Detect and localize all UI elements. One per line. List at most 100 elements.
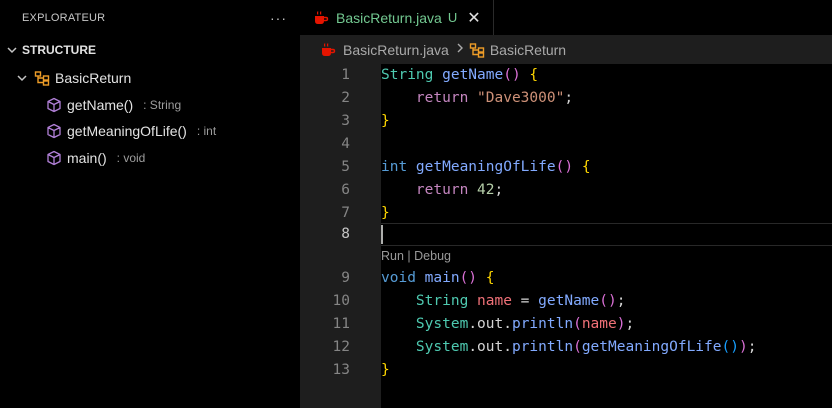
method-return-type: : String [143, 97, 182, 112]
code-line[interactable]: 13} [300, 359, 832, 382]
code-token: { [581, 159, 591, 175]
code-token: int [381, 159, 416, 175]
code-line[interactable]: 11 System.out.println(name); [300, 313, 832, 336]
tab-label: BasicReturn.java [336, 9, 442, 26]
code-line[interactable]: 6 return 42; [300, 179, 832, 202]
line-number: 13 [332, 362, 350, 378]
line-number: 8 [341, 226, 350, 242]
method-cube-icon [46, 123, 62, 139]
code-text: void main() { [381, 267, 495, 290]
code-text: int getMeaningOfLife() { [381, 156, 591, 179]
code-line[interactable]: 2 return "Dave3000"; [300, 87, 832, 110]
code-token: name [477, 293, 512, 309]
line-number: 11 [332, 316, 350, 332]
code-token: .out. [468, 316, 512, 332]
method-cube-icon [46, 150, 62, 166]
code-token: () [721, 339, 739, 355]
code-line[interactable]: 3} [300, 110, 832, 133]
code-editor[interactable]: 1 String getName() {2 return "Dave3000"; 3… [300, 64, 832, 408]
breadcrumb-symbol[interactable]: BasicReturn [469, 42, 566, 58]
code-token: void [381, 270, 425, 286]
code-line[interactable]: 12 System.out.println(getMeaningOfLife()… [300, 336, 832, 359]
code-token: () [503, 67, 521, 83]
tree-item-class[interactable]: BasicReturn [0, 65, 300, 92]
code-text: String getName() { [381, 64, 538, 87]
code-token: System [415, 339, 469, 355]
line-number: 2 [341, 90, 350, 106]
breadcrumb: BasicReturn.java BasicReturn [300, 35, 832, 64]
codelens-debug[interactable]: Debug [414, 249, 451, 263]
class-icon [469, 42, 485, 58]
tab-bar: BasicReturn.java U ✕ [300, 0, 832, 35]
code-text: } [381, 110, 390, 133]
structure-section-header[interactable]: STRUCTURE [0, 35, 300, 65]
code-line[interactable]: 4 [300, 133, 832, 156]
code-text: System.out.println(getMeaningOfLife()); [381, 336, 757, 359]
line-number: 4 [341, 136, 350, 152]
text-cursor [381, 225, 383, 244]
code-token: println [511, 316, 574, 332]
code-token: ( [573, 339, 582, 355]
code-token: ) [738, 339, 748, 355]
editor: BasicReturn.java U ✕ BasicReturn.java Ba… [300, 0, 832, 408]
codelens-run[interactable]: Run [381, 249, 404, 263]
code-line[interactable]: 10 String name = getName(); [300, 290, 832, 313]
code-token: ; [564, 90, 574, 106]
code-token: String [381, 67, 443, 83]
code-token: ; [616, 293, 626, 309]
tree-item-method[interactable]: getMeaningOfLife() : int [0, 118, 300, 145]
line-number: 7 [341, 205, 350, 221]
code-text: System.out.println(name); [381, 313, 634, 336]
code-token: = [511, 293, 539, 309]
code-token: } [381, 113, 390, 129]
code-token: () [599, 293, 617, 309]
chevron-down-icon [4, 44, 20, 56]
codelens-separator: | [403, 249, 415, 263]
line-number: 9 [341, 270, 350, 286]
class-label: BasicReturn [55, 70, 132, 87]
code-text: } [381, 202, 390, 225]
code-line[interactable]: 9 void main() { [300, 267, 832, 290]
breadcrumb-file-label: BasicReturn.java [343, 41, 449, 58]
line-number: 6 [341, 182, 350, 198]
code-text: } [381, 359, 390, 382]
more-actions-icon[interactable]: ··· [270, 10, 287, 26]
close-icon[interactable]: ✕ [467, 8, 480, 28]
chevron-down-icon [14, 72, 30, 84]
code-token: } [381, 362, 390, 378]
method-cube-icon [46, 97, 62, 113]
explorer-sidebar: EXPLORATEUR ··· STRUCTURE BasicReturn ge… [0, 0, 300, 408]
codelens: Run | Debug [381, 246, 451, 267]
tree-item-method[interactable]: getName() : String [0, 92, 300, 119]
code-token: return [415, 182, 478, 198]
line-number: 3 [341, 113, 350, 129]
code-token: .out. [468, 339, 512, 355]
code-token: ( [573, 316, 582, 332]
code-token: () [459, 270, 478, 286]
code-token: { [529, 67, 539, 83]
java-file-icon [320, 42, 336, 58]
line-number: 10 [332, 293, 350, 309]
code-line[interactable]: 7} [300, 202, 832, 225]
method-label: getMeaningOfLife() [67, 123, 187, 140]
code-line[interactable]: 5 int getMeaningOfLife() { [300, 156, 832, 179]
code-line[interactable]: 1 String getName() { [300, 64, 832, 87]
tree-item-method[interactable]: main() : void [0, 145, 300, 172]
code-token: main [424, 270, 460, 286]
code-token: String [415, 293, 478, 309]
sidebar-title: EXPLORATEUR [22, 11, 106, 24]
code-token: } [381, 205, 390, 221]
code-line[interactable]: 8 [300, 223, 832, 246]
method-label: getName() [67, 96, 134, 113]
code-token: getMeaningOfLife [415, 159, 556, 175]
tab-basicreturn-java[interactable]: BasicReturn.java U ✕ [300, 0, 494, 35]
code-token: return [415, 90, 478, 106]
sidebar-header: EXPLORATEUR ··· [0, 0, 300, 35]
breadcrumb-file[interactable]: BasicReturn.java [320, 42, 449, 58]
line-number: 1 [341, 67, 350, 83]
code-token: println [511, 339, 574, 355]
